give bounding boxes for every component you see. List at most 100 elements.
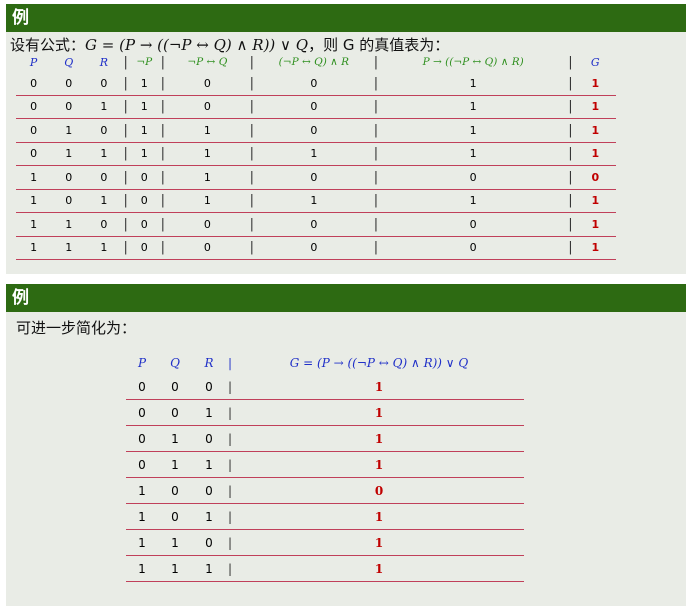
table-cell: 0 xyxy=(158,399,192,426)
table-cell: 1 xyxy=(51,236,87,260)
separator: | xyxy=(566,165,575,190)
separator: | xyxy=(158,212,167,237)
separator: | xyxy=(226,503,234,530)
table-cell: 1 xyxy=(129,95,159,119)
table-cell: 1 xyxy=(192,555,226,582)
table-cell: 1 xyxy=(16,189,52,213)
separator: | xyxy=(158,236,167,260)
col-header-r: R xyxy=(99,55,109,69)
col-header-r: R xyxy=(204,356,214,370)
separator: | xyxy=(121,72,130,96)
table-cell: 1 xyxy=(158,529,192,556)
g-value-cell: 0 xyxy=(574,165,616,190)
table-cell: 1 xyxy=(129,142,159,166)
separator: | xyxy=(247,236,256,260)
table-cell: 1 xyxy=(380,189,567,213)
table-row: 1 1 0 | 0 | 0 | 0 | 0 | 1 xyxy=(16,212,616,237)
separator: | xyxy=(226,555,234,582)
separator: | xyxy=(566,189,575,213)
table-cell: 1 xyxy=(51,142,87,166)
table-cell: 0 xyxy=(16,142,52,166)
separator: | xyxy=(566,236,575,260)
table-cell: 1 xyxy=(380,95,567,119)
table-cell: 0 xyxy=(167,236,248,260)
table-cell: 0 xyxy=(255,212,372,237)
table-cell: 1 xyxy=(192,451,226,478)
separator: | xyxy=(249,54,255,70)
table-cell: 0 xyxy=(167,72,248,96)
table-cell: 1 xyxy=(126,477,158,504)
separator: | xyxy=(371,72,381,96)
separator: | xyxy=(121,236,130,260)
separator: | xyxy=(158,142,167,166)
separator: | xyxy=(247,189,256,213)
g-value-cell: 1 xyxy=(234,503,524,530)
table-cell: 0 xyxy=(192,425,226,452)
separator: | xyxy=(226,529,234,556)
table-cell: 1 xyxy=(167,118,248,143)
table-row: 1 0 0 | 0 | 1 | 0 | 0 | 0 xyxy=(16,165,616,190)
g-value-cell: 1 xyxy=(574,95,616,119)
table-cell: 0 xyxy=(86,118,122,143)
table-cell: 1 xyxy=(126,503,158,530)
table-cell: 1 xyxy=(255,142,372,166)
table-cell: 0 xyxy=(126,399,158,426)
g-value-cell: 1 xyxy=(234,425,524,452)
table-cell: 1 xyxy=(158,555,192,582)
table-row: 0 1 1 | 1 | 1 | 1 | 1 | 1 xyxy=(16,142,616,166)
table-row: 0 0 1 | 1 | 0 | 0 | 1 | 1 xyxy=(16,95,616,119)
table-cell: 0 xyxy=(16,95,52,119)
table-row: 1 0 0 | 0 xyxy=(126,477,524,504)
separator: | xyxy=(226,477,234,504)
table-cell: 1 xyxy=(129,118,159,143)
table-cell: 0 xyxy=(380,165,567,190)
separator: | xyxy=(247,212,256,237)
table-cell: 1 xyxy=(167,142,248,166)
separator: | xyxy=(121,118,130,143)
table-cell: 0 xyxy=(86,212,122,237)
separator: | xyxy=(158,95,167,119)
separator: | xyxy=(566,118,575,143)
table-cell: 0 xyxy=(192,374,226,400)
table-cell: 1 xyxy=(16,212,52,237)
table-cell: 0 xyxy=(380,236,567,260)
separator: | xyxy=(247,95,256,119)
table-cell: 1 xyxy=(380,142,567,166)
table-cell: 1 xyxy=(192,399,226,426)
table-cell: 0 xyxy=(255,95,372,119)
g-value-cell: 1 xyxy=(234,399,524,426)
col-header-biconditional: ¬P ↔ Q xyxy=(187,56,228,68)
table-cell: 1 xyxy=(16,236,52,260)
table-cell: 0 xyxy=(167,212,248,237)
separator: | xyxy=(566,72,575,96)
separator: | xyxy=(568,54,573,70)
g-value-cell: 1 xyxy=(574,236,616,260)
separator: | xyxy=(121,189,130,213)
separator: | xyxy=(227,356,233,370)
table-row: 0 1 0 | 1 xyxy=(126,425,524,452)
separator: | xyxy=(247,142,256,166)
table-cell: 1 xyxy=(86,95,122,119)
block-title: 例 xyxy=(6,284,686,312)
table-row: 0 1 1 | 1 xyxy=(126,451,524,478)
table-cell: 0 xyxy=(16,118,52,143)
table-cell: 0 xyxy=(86,165,122,190)
table-row: 0 0 0 | 1 | 0 | 0 | 1 | 1 xyxy=(16,72,616,96)
table-cell: 1 xyxy=(86,236,122,260)
col-header-g: G xyxy=(590,55,600,69)
table-cell: 1 xyxy=(255,189,372,213)
separator: | xyxy=(247,72,256,96)
table-cell: 1 xyxy=(86,189,122,213)
table-cell: 0 xyxy=(380,212,567,237)
truth-table-simplified: P Q R | G = (P → ((¬P ↔ Q) ∧ R)) ∨ Q 000… xyxy=(126,352,524,582)
separator: | xyxy=(566,142,575,166)
table-row: 1 1 1 | 1 xyxy=(126,555,524,582)
separator: | xyxy=(247,118,256,143)
table-cell: 0 xyxy=(129,165,159,190)
table-cell: 0 xyxy=(126,374,158,400)
separator: | xyxy=(226,374,234,400)
table-cell: 1 xyxy=(380,118,567,143)
table-cell: 0 xyxy=(129,236,159,260)
table-cell: 0 xyxy=(255,236,372,260)
separator: | xyxy=(371,212,381,237)
